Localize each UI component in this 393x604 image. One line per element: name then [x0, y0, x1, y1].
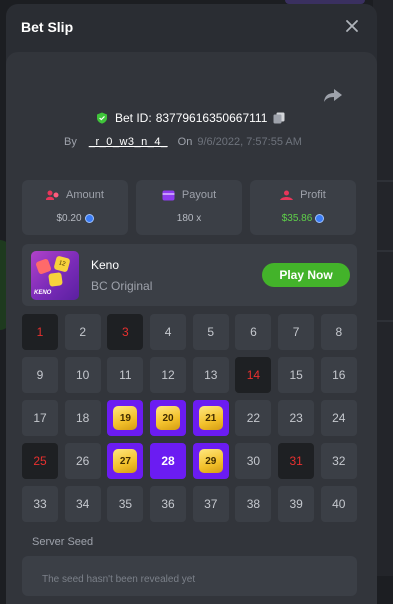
bet-id-label: Bet ID: [115, 111, 152, 125]
share-icon [324, 89, 342, 102]
die-icon [35, 258, 52, 275]
matched-gem: 29 [198, 449, 223, 473]
profit-icon [280, 190, 294, 200]
keno-cell: 31 [278, 443, 315, 479]
profit-label: Profit [300, 189, 326, 201]
keno-cell: 16 [320, 357, 357, 393]
keno-cell: 30 [235, 443, 272, 479]
die-icon [48, 272, 63, 287]
bet-id-row: Bet ID: 83779616350667111 [96, 110, 285, 126]
keno-cell: 21 [192, 400, 229, 436]
shield-icon [97, 112, 107, 124]
payout-card: Payout 180 x [136, 180, 242, 235]
keno-cell: 4 [150, 314, 187, 350]
game-card: 12 KENO Keno BC Original Play Now [22, 244, 357, 306]
keno-cell: 38 [235, 486, 272, 522]
modal-title: Bet Slip [21, 19, 74, 35]
by-label: By [64, 136, 77, 148]
server-seed-label: Server Seed [32, 536, 94, 548]
matched-gem: 21 [198, 406, 223, 430]
background-divider [375, 320, 393, 322]
close-icon [346, 20, 358, 32]
keno-cell: 28 [150, 443, 187, 479]
matched-gem: 27 [113, 449, 138, 473]
keno-cell: 14 [235, 357, 272, 393]
bet-timestamp: 9/6/2022, 7:57:55 AM [197, 136, 302, 148]
keno-cell: 34 [64, 486, 101, 522]
play-now-button[interactable]: Play Now [262, 263, 350, 287]
keno-cell: 18 [64, 400, 101, 436]
keno-cell: 33 [22, 486, 58, 522]
keno-cell: 10 [64, 357, 101, 393]
bet-meta-row: By _r_0_w3_n_4_ On 9/6/2022, 7:57:55 AM [64, 134, 302, 150]
amount-value: $0.20 [56, 213, 82, 224]
game-subtitle: BC Original [91, 279, 153, 293]
bet-id-value: 83779616350667111 [155, 111, 268, 125]
keno-cell: 35 [107, 486, 144, 522]
keno-board: 1 2 3 4 5 6 7 8 9 10 11 12 13 14 15 16 17 18 19 20 21 22 23 24 2… [22, 314, 357, 522]
keno-cell: 36 [150, 486, 187, 522]
keno-cell: 27 [107, 443, 144, 479]
profit-card: Profit $35.86 [250, 180, 356, 235]
keno-cell: 11 [107, 357, 144, 393]
keno-cell: 19 [107, 400, 144, 436]
keno-cell: 20 [150, 400, 187, 436]
amount-label: Amount [66, 189, 104, 201]
keno-cell: 24 [320, 400, 357, 436]
bet-slip-modal: Bet Slip Bet ID: 83779616350667111 By _r… [6, 4, 377, 604]
keno-thumbnail[interactable]: 12 KENO [31, 251, 79, 300]
keno-cell: 32 [320, 443, 357, 479]
keno-cell: 7 [278, 314, 315, 350]
share-button[interactable] [322, 86, 344, 104]
payout-value: 180 x [176, 213, 202, 224]
amount-icon [46, 190, 59, 200]
server-seed-field: The seed hasn't been revealed yet [22, 556, 357, 596]
coin-icon [84, 214, 94, 223]
keno-cell: 40 [320, 486, 357, 522]
keno-cell: 26 [64, 443, 101, 479]
background-divider [375, 250, 393, 252]
keno-cell: 9 [22, 357, 58, 393]
payout-label: Payout [181, 189, 217, 201]
keno-cell: 3 [107, 314, 144, 350]
keno-cell: 8 [320, 314, 357, 350]
copy-icon[interactable] [273, 112, 285, 124]
on-label: On [177, 136, 193, 148]
keno-cell: 23 [278, 400, 315, 436]
keno-cell: 13 [192, 357, 229, 393]
player-username-link[interactable]: _r_0_w3_n_4_ [89, 136, 168, 148]
keno-cell: 1 [22, 314, 58, 350]
keno-cell: 6 [235, 314, 272, 350]
bet-detail-panel: Bet ID: 83779616350667111 By _r_0_w3_n_4… [6, 52, 377, 604]
keno-cell: 15 [278, 357, 315, 393]
keno-cell: 12 [150, 357, 187, 393]
coin-icon [315, 214, 325, 223]
die-icon: 12 [53, 255, 71, 273]
background-divider [375, 180, 393, 182]
matched-gem: 20 [156, 406, 181, 430]
payout-icon [162, 190, 175, 200]
keno-cell: 25 [22, 443, 58, 479]
matched-gem: 19 [113, 406, 138, 430]
game-name: Keno [91, 258, 120, 272]
amount-card: Amount $0.20 [22, 180, 128, 235]
keno-cell: 2 [64, 314, 101, 350]
keno-cell: 29 [192, 443, 229, 479]
keno-cell: 22 [235, 400, 272, 436]
keno-cell: 37 [192, 486, 229, 522]
profit-value: $35.86 [281, 213, 313, 224]
thumbnail-caption: KENO [34, 290, 52, 296]
keno-cell: 39 [278, 486, 315, 522]
keno-cell: 17 [22, 400, 58, 436]
close-button[interactable] [345, 19, 363, 37]
keno-cell: 5 [192, 314, 229, 350]
